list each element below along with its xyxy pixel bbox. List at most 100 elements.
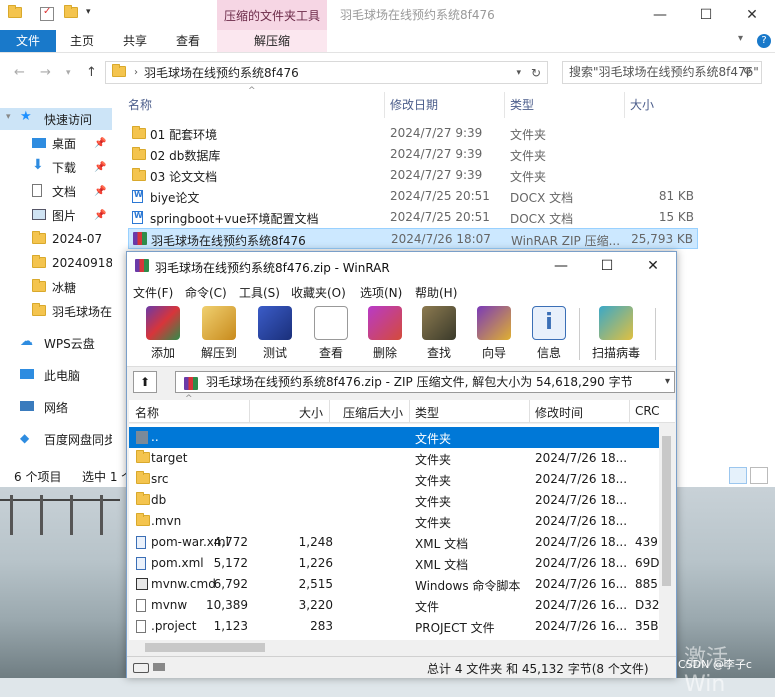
breadcrumb[interactable]: 羽毛球场在线预约系统8f476 xyxy=(144,64,299,81)
table-row[interactable]: db 文件夹 2024/7/26 18... xyxy=(129,490,659,511)
maximize-button[interactable]: ☐ xyxy=(683,0,729,30)
minimize-button[interactable]: — xyxy=(637,0,683,30)
find-button[interactable]: 查找 xyxy=(413,304,465,364)
tab-view[interactable]: 查看 xyxy=(168,30,208,52)
column-crc[interactable]: CRC xyxy=(635,404,660,418)
close-button[interactable]: ✕ xyxy=(630,252,676,280)
address-bar[interactable]: › 羽毛球场在线预约系统8f476 ▾ ↻ xyxy=(105,61,548,84)
tab-home[interactable]: 主页 xyxy=(62,30,102,52)
list-item[interactable]: 03 论文文档 2024/7/27 9:39 文件夹 xyxy=(128,165,698,186)
list-item-selected[interactable]: 羽毛球场在线预约系统8f476 2024/7/26 18:07 WinRAR Z… xyxy=(128,228,698,249)
nav-item-downloads[interactable]: ⬇ 下载 📌 xyxy=(0,156,112,178)
extract-to-button[interactable]: 解压到 xyxy=(193,304,245,364)
list-item[interactable]: 02 db数据库 2024/7/27 9:39 文件夹 xyxy=(128,144,698,165)
list-item[interactable]: biye论文 2024/7/25 20:51 DOCX 文档 81 KB xyxy=(128,186,698,207)
minimize-button[interactable]: — xyxy=(538,252,584,280)
nav-item-desktop[interactable]: 桌面 📌 xyxy=(0,132,112,154)
nav-this-pc[interactable]: 此电脑 xyxy=(0,364,112,386)
menu-favorites[interactable]: 收藏夹(O) xyxy=(291,284,346,301)
column-type[interactable]: 类型 xyxy=(510,96,534,114)
menu-commands[interactable]: 命令(C) xyxy=(185,284,227,301)
horizontal-scrollbar[interactable] xyxy=(129,640,659,655)
column-size[interactable]: 大小 xyxy=(299,404,323,421)
column-name[interactable]: 名称 xyxy=(128,96,152,114)
new-folder-icon[interactable] xyxy=(64,5,78,21)
archive-path-field[interactable]: 羽毛球场在线预约系统8f476.zip - ZIP 压缩文件, 解包大小为 54… xyxy=(175,371,675,393)
tab-file[interactable]: 文件 xyxy=(0,30,56,52)
nav-item-2024-07[interactable]: 2024-07 xyxy=(0,228,112,250)
address-dropdown-icon[interactable]: ▾ xyxy=(516,68,521,78)
drive-icon[interactable] xyxy=(133,663,149,673)
maximize-button[interactable]: ☐ xyxy=(584,252,630,280)
view-button[interactable]: 查看 xyxy=(305,304,357,364)
list-item[interactable]: 01 配套环境 2024/7/27 9:39 文件夹 xyxy=(128,123,698,144)
help-icon[interactable]: ? xyxy=(757,34,771,48)
menu-tools[interactable]: 工具(S) xyxy=(239,284,280,301)
wizard-button[interactable]: 向导 xyxy=(468,304,520,364)
nav-item-bingtang[interactable]: 冰糖 xyxy=(0,276,112,298)
pin-icon[interactable]: 📌 xyxy=(94,186,106,197)
forward-icon[interactable]: → xyxy=(40,65,51,80)
column-type[interactable]: 类型 xyxy=(415,404,439,421)
up-icon[interactable]: ↑ xyxy=(86,65,97,80)
table-row[interactable]: pom.xml 5,172 1,226 XML 文档 2024/7/26 18.… xyxy=(129,553,660,574)
up-folder-button[interactable]: ⬆ xyxy=(133,371,157,393)
key-icon[interactable] xyxy=(153,663,165,671)
file-size: 81 KB xyxy=(658,189,694,203)
column-modified[interactable]: 修改时间 xyxy=(535,404,583,421)
nav-item-20240918[interactable]: 20240918 xyxy=(0,252,112,274)
column-date[interactable]: 修改日期 xyxy=(390,96,438,114)
info-button[interactable]: i 信息 xyxy=(523,304,575,364)
table-row[interactable]: .project 1,123 283 PROJECT 文件 2024/7/26 … xyxy=(129,616,659,637)
nav-network[interactable]: 网络 xyxy=(0,396,112,418)
search-icon[interactable]: ⚲ xyxy=(743,65,752,79)
tab-extract[interactable]: 解压缩 xyxy=(217,30,327,52)
pin-icon[interactable]: 📌 xyxy=(94,162,106,173)
column-size[interactable]: 大小 xyxy=(630,96,654,114)
refresh-icon[interactable]: ↻ xyxy=(531,66,541,80)
nav-item-project[interactable]: 羽毛球场在 xyxy=(0,300,112,322)
nav-baidu-netdisk[interactable]: ◆ 百度网盘同步 xyxy=(0,428,112,450)
table-row[interactable]: mvnw 10,389 3,220 文件 2024/7/26 16... D32 xyxy=(129,595,660,616)
pin-icon[interactable]: 📌 xyxy=(94,138,106,149)
test-button[interactable]: 测试 xyxy=(249,304,301,364)
close-button[interactable]: ✕ xyxy=(729,0,775,30)
scroll-thumb[interactable] xyxy=(662,436,671,586)
details-view-icon[interactable] xyxy=(729,467,747,484)
tab-share[interactable]: 共享 xyxy=(115,30,155,52)
picture-icon xyxy=(32,209,46,220)
column-name[interactable]: 名称 xyxy=(135,404,159,421)
menu-help[interactable]: 帮助(H) xyxy=(415,284,457,301)
menu-options[interactable]: 选项(N) xyxy=(360,284,402,301)
table-row[interactable]: .mvn 文件夹 2024/7/26 18... xyxy=(129,511,659,532)
scan-virus-button[interactable]: 扫描病毒 xyxy=(587,304,645,364)
table-row-selected[interactable]: .. 文件夹 xyxy=(129,427,659,448)
properties-icon[interactable]: ✓ xyxy=(40,6,54,21)
large-icons-view-icon[interactable] xyxy=(750,467,768,484)
nav-wps-cloud[interactable]: ☁ WPS云盘 xyxy=(0,332,112,354)
scroll-thumb[interactable] xyxy=(145,643,265,652)
nav-item-pictures[interactable]: 图片 📌 xyxy=(0,204,112,226)
recent-dropdown-icon[interactable]: ▾ xyxy=(66,68,71,78)
breadcrumb-chevron-icon[interactable]: › xyxy=(134,67,138,78)
ribbon-expand-icon[interactable]: ▾ xyxy=(738,33,743,44)
menu-file[interactable]: 文件(F) xyxy=(133,284,173,301)
search-input[interactable]: 搜索"羽毛球场在线预约系统8f476" xyxy=(562,61,762,84)
qa-dropdown-icon[interactable]: ▾ xyxy=(86,7,100,21)
delete-button[interactable]: 删除 xyxy=(359,304,411,364)
table-row[interactable]: src 文件夹 2024/7/26 18... xyxy=(129,469,659,490)
table-row[interactable]: target 文件夹 2024/7/26 18... xyxy=(129,448,659,469)
nav-label: 此电脑 xyxy=(44,368,81,383)
column-packed-size[interactable]: 压缩后大小 xyxy=(343,404,403,421)
add-button[interactable]: 添加 xyxy=(137,304,189,364)
chevron-down-icon[interactable]: ▾ xyxy=(665,372,670,392)
nav-item-documents[interactable]: 文档 📌 xyxy=(0,180,112,202)
table-row[interactable]: pom-war.xml 4,772 1,248 XML 文档 2024/7/26… xyxy=(129,532,659,553)
table-row[interactable]: mvnw.cmd 6,792 2,515 Windows 命令脚本 2024/7… xyxy=(129,574,659,595)
vertical-scrollbar[interactable] xyxy=(659,424,674,640)
back-icon[interactable]: ← xyxy=(14,65,25,80)
nav-quick-access[interactable]: ▾ ★ 快速访问 xyxy=(0,108,112,130)
list-item[interactable]: springboot+vue环境配置文档 2024/7/25 20:51 DOC… xyxy=(128,207,698,228)
chevron-down-icon[interactable]: ▾ xyxy=(6,112,11,122)
pin-icon[interactable]: 📌 xyxy=(94,210,106,221)
